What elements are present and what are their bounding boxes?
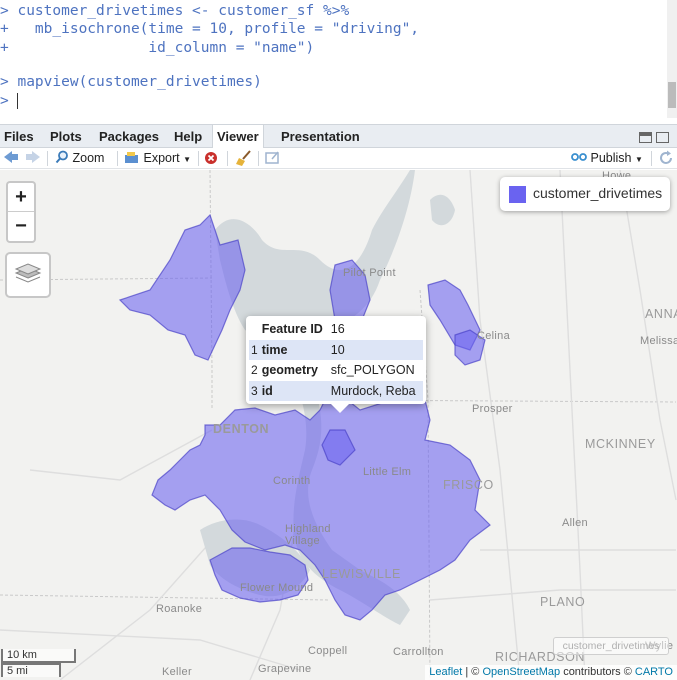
refresh-icon[interactable]	[658, 150, 674, 167]
map-label-denton: DENTON	[213, 422, 270, 436]
popup-key: geometry	[261, 363, 318, 378]
tab-help[interactable]: Help	[170, 125, 206, 148]
layer-label-box[interactable]: customer_drivetimes	[553, 637, 669, 655]
feature-popup: Feature ID 16 1 time 10 2 geometry sfc_P…	[246, 316, 426, 404]
tab-files[interactable]: Files	[0, 125, 38, 148]
publish-button[interactable]: Publish ▼	[571, 150, 643, 167]
minimize-pane-icon[interactable]	[639, 132, 652, 143]
layers-control-button[interactable]	[5, 252, 51, 298]
publish-icon	[571, 153, 587, 161]
viewer-toolbar: Zoom Export ▼ Publish ▼	[0, 148, 677, 169]
map-label-little-elm: Little Elm	[363, 466, 412, 478]
clear-viewer-icon[interactable]	[204, 151, 218, 168]
console-scrollbar[interactable]	[667, 0, 677, 118]
console-line-3: + id_column = "name")	[0, 40, 315, 56]
map-label-celina: Celina	[477, 330, 510, 342]
map-label-flower-mound: Flower Mound	[240, 582, 314, 594]
console-line-5: > mapview(customer_drivetimes)	[0, 74, 262, 90]
map-label-keller: Keller	[162, 666, 192, 678]
map-label-corinth: Corinth	[273, 475, 311, 487]
show-in-window-icon[interactable]	[264, 150, 280, 167]
popup-row-num: 1	[249, 339, 260, 360]
map-label-plano: PLANO	[540, 595, 586, 609]
zoom-in-button[interactable]: +	[8, 183, 34, 212]
tab-presentation[interactable]: Presentation	[277, 125, 364, 148]
attribution-separator: | ©	[465, 666, 480, 678]
tab-viewer[interactable]: Viewer	[212, 125, 264, 148]
broom-clear-all-icon[interactable]	[236, 150, 252, 167]
map-label-lewisville: LEWISVILLE	[322, 567, 401, 581]
map-label-highland-village: Highland Village	[285, 523, 331, 547]
r-console[interactable]: > customer_drivetimes <- customer_sf %>%…	[0, 0, 677, 118]
map-label-grapevine: Grapevine	[258, 663, 312, 675]
popup-value: 10	[328, 339, 423, 360]
tab-packages[interactable]: Packages	[95, 125, 163, 148]
scrollbar-thumb[interactable]	[668, 82, 676, 108]
publish-label: Publish	[590, 151, 632, 165]
export-label: Export	[143, 151, 180, 165]
map-label-allen: Allen	[562, 517, 588, 529]
openstreetmap-link[interactable]: OpenStreetMap	[482, 666, 560, 678]
map-label-coppell: Coppell	[308, 645, 348, 657]
legend-swatch	[509, 186, 526, 203]
console-prompt[interactable]: >	[0, 90, 19, 112]
popup-row: Feature ID 16	[249, 319, 423, 340]
popup-value: Murdock, Reba	[328, 380, 423, 401]
zoom-out-button[interactable]: −	[8, 212, 34, 241]
popup-key: id	[259, 380, 329, 401]
tab-plots[interactable]: Plots	[46, 125, 86, 148]
map-attribution: Leaflet | © OpenStreetMap contributors ©…	[425, 665, 677, 680]
zoom-control: + −	[6, 181, 36, 243]
map-label-melissa: Melissa	[640, 335, 677, 347]
popup-key: time	[259, 339, 329, 360]
magnifier-icon	[55, 150, 68, 164]
popup-table: Feature ID 16 1 time 10 2 geometry sfc_P…	[249, 319, 423, 401]
text-cursor	[17, 93, 19, 109]
map-label-prosper: Prosper	[472, 403, 513, 415]
carto-link[interactable]: CARTO	[635, 666, 673, 678]
attribution-contributors: contributors ©	[563, 666, 632, 678]
legend-label[interactable]: customer_drivetimes	[533, 185, 662, 201]
zoom-button[interactable]: Zoom	[55, 150, 104, 167]
dropdown-caret-icon: ▼	[183, 155, 192, 164]
dropdown-caret-icon: ▼	[634, 155, 643, 164]
map-label-roanoke: Roanoke	[156, 603, 203, 615]
pane-tabbar: Files Plots Packages Help Viewer Present…	[0, 124, 677, 148]
export-icon	[125, 152, 138, 163]
maximize-pane-icon[interactable]	[656, 132, 669, 143]
map-label-pilot-point: Pilot Point	[343, 267, 396, 279]
export-menu-button[interactable]: Export ▼	[124, 150, 191, 167]
leaflet-link[interactable]: Leaflet	[429, 666, 462, 678]
popup-row-num: 3	[249, 380, 260, 401]
console-prompt-symbol: >	[0, 93, 18, 109]
map-label-carrollton: Carrollton	[393, 646, 444, 658]
popup-row: 1 time 10	[249, 339, 423, 360]
map-legend: customer_drivetimes	[500, 177, 670, 211]
map-label-mckinney: MCKINNEY	[585, 437, 656, 451]
map-label-anna: ANNA	[645, 307, 677, 321]
popup-row-num: 2	[251, 363, 258, 378]
popup-key: Feature ID	[261, 322, 323, 337]
popup-value: sfc_POLYGON	[330, 363, 415, 378]
popup-value: 16	[330, 322, 345, 337]
zoom-label: Zoom	[72, 151, 105, 165]
leaflet-map[interactable]: Howe Pilot Point Celina ANNA Melissa Pro…	[0, 170, 677, 680]
layers-icon	[14, 263, 42, 283]
scale-bar: 10 km 5 mi	[1, 649, 76, 677]
map-label-frisco: FRISCO	[443, 478, 494, 492]
popup-row: 3 id Murdock, Reba	[249, 380, 423, 401]
popup-tip	[330, 403, 350, 413]
window-controls	[635, 130, 669, 148]
forward-arrow-icon[interactable]	[24, 149, 42, 166]
back-arrow-icon[interactable]	[2, 149, 20, 166]
scale-mi: 5 mi	[1, 663, 61, 677]
scale-km: 10 km	[1, 649, 76, 663]
popup-row-num	[249, 319, 260, 340]
popup-row: 2 geometry sfc_POLYGON	[249, 360, 423, 381]
